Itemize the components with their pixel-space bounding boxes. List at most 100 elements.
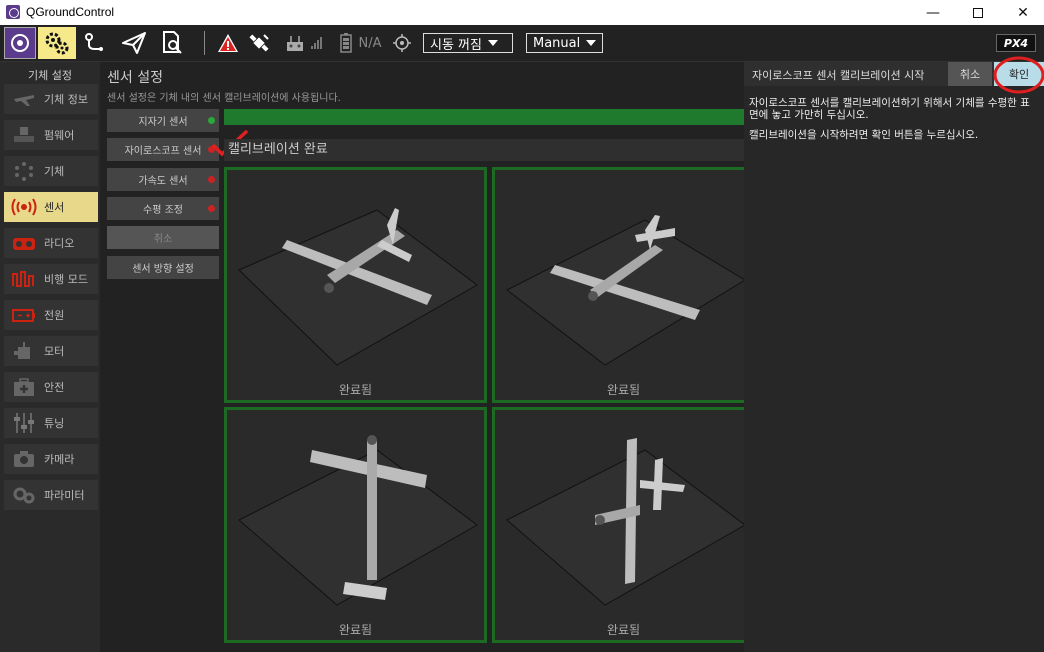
satellite-off-icon [249, 34, 269, 52]
sidebar-item-radio[interactable]: 라디오 [4, 228, 98, 258]
maximize-button[interactable] [955, 0, 1001, 25]
sidebar-item-label: 카메라 [44, 453, 75, 466]
button-label: 자이로스코프 센서 [124, 146, 202, 157]
button-label: 가속도 센서 [138, 176, 188, 187]
sidebar-item-flight-modes[interactable]: 비행 모드 [4, 264, 98, 294]
window-titlebar: QGroundControl — ✕ [0, 0, 1044, 25]
sidebar-item-label: 모터 [44, 345, 65, 358]
qgc-logo-button[interactable] [4, 27, 36, 59]
gyroscope-sensor-button[interactable]: 자이로스코프 센서 [107, 138, 219, 161]
sidebar-item-motors[interactable]: 모터 [4, 336, 98, 366]
page-description: 센서 설정은 기체 내의 센서 캘리브레이션에 사용됩니다. [107, 93, 341, 104]
level-horizon-button[interactable]: 수평 조정 [107, 197, 219, 220]
panel-caption: 완료됨 [338, 383, 373, 397]
sidebar-item-power[interactable]: 전원 [4, 300, 98, 330]
instructions-title: 자이로스코프 센서 캘리브레이션 시작 [752, 69, 925, 82]
px4-brand-logo: PX4 [996, 34, 1036, 52]
close-button[interactable]: ✕ [1000, 0, 1044, 25]
instruction-text-1: 자이로스코프 센서를 캘리브레이션하기 위해서 기체를 수평한 표면에 놓고 가… [749, 97, 1030, 121]
document-search-icon [163, 31, 182, 54]
plan-view-button[interactable] [80, 27, 110, 59]
button-label: 취소 [153, 234, 173, 245]
analyze-view-button[interactable] [156, 27, 188, 59]
sensor-setup-page: 센서 설정 센서 설정은 기체 내의 센서 캘리브레이션에 사용됩니다. 지자기… [100, 62, 755, 652]
button-label: 지자기 센서 [138, 117, 188, 128]
sidebar-item-airframe[interactable]: 기체 [4, 156, 98, 186]
qgc-logo-icon [11, 34, 29, 52]
instruction-text-2: 캘리브레이션을 시작하려면 확인 버튼을 누르십시오. [749, 129, 979, 141]
minimize-button[interactable]: — [910, 0, 956, 25]
page-title: 센서 설정 [107, 70, 163, 86]
sidebar-item-label: 라디오 [44, 237, 75, 250]
parameters-gears-icon [11, 485, 37, 505]
arm-state-label: 시동 꺼짐 [430, 37, 482, 53]
airframe-dots-icon [11, 161, 37, 181]
sidebar-item-sensors[interactable]: 센서 [4, 192, 98, 222]
battery-status-button[interactable] [338, 27, 354, 59]
compass-sensor-button[interactable]: 지자기 센서 [107, 109, 219, 132]
rc-status-button[interactable] [284, 27, 306, 59]
calibration-progress-bar [224, 109, 744, 125]
sidebar-item-label: 파라미터 [44, 489, 85, 502]
sidebar-item-safety[interactable]: 안전 [4, 372, 98, 402]
sidebar-item-camera[interactable]: 카메라 [4, 444, 98, 474]
cancel-calibration-button[interactable]: 취소 [107, 226, 219, 249]
warning-triangle-icon [218, 34, 238, 52]
sidebar-item-firmware[interactable]: 펌웨어 [4, 120, 98, 150]
sidebar-item-tuning[interactable]: 튜닝 [4, 408, 98, 438]
message-alert-button[interactable] [215, 27, 241, 59]
vehicle-setup-button[interactable] [38, 27, 76, 59]
battery-power-icon [11, 305, 37, 325]
orientation-panel: 완료됨 [492, 167, 755, 403]
sidebar-item-label: 전원 [44, 309, 65, 322]
plane-icon [11, 89, 37, 109]
button-label: 센서 방향 설정 [132, 264, 194, 275]
status-indicator-red [208, 176, 215, 183]
sensor-orientation-button[interactable]: 센서 방향 설정 [107, 256, 219, 279]
sidebar-item-label: 센서 [44, 201, 65, 214]
rc-transmitter-icon [287, 36, 303, 51]
cancel-button[interactable]: 취소 [948, 62, 992, 86]
battery-icon [340, 33, 352, 53]
sidebar-header: 기체 설정 [28, 69, 72, 82]
waypoint-path-icon [85, 33, 103, 51]
motor-icon [11, 341, 37, 361]
first-aid-kit-icon [11, 377, 37, 397]
airplane-orientation-image [506, 215, 746, 366]
arm-state-dropdown[interactable]: 시동 꺼짐 [423, 33, 513, 53]
orientation-panel: 완료됨 [224, 167, 487, 403]
sidebar-item-summary[interactable]: 기체 정보 [4, 84, 98, 114]
rc-signal-strength [310, 27, 324, 59]
main-toolbar: N/A 시동 꺼짐 Manual PX4 [0, 25, 1044, 62]
sidebar-item-label: 비행 모드 [44, 273, 88, 286]
chevron-down-icon [487, 40, 498, 46]
sidebar-item-parameters[interactable]: 파라미터 [4, 480, 98, 510]
panel-caption: 완료됨 [606, 383, 641, 397]
fly-view-button[interactable] [118, 27, 150, 59]
panel-caption: 완료됨 [338, 623, 373, 637]
sidebar-item-label: 기체 [44, 165, 65, 178]
sliders-icon [11, 413, 37, 433]
window-title: QGroundControl [26, 5, 115, 19]
sidebar-item-label: 기체 정보 [44, 93, 88, 106]
toolbar-divider [204, 31, 205, 55]
signal-bars-icon [311, 37, 322, 49]
panel-caption: 완료됨 [606, 623, 641, 637]
rtk-status-button[interactable] [392, 27, 412, 59]
flight-mode-dropdown[interactable]: Manual [526, 33, 603, 53]
gps-status-button[interactable] [247, 27, 271, 59]
airplane-orientation-image [238, 208, 478, 366]
crosshair-icon [393, 34, 411, 52]
progress-fill [224, 109, 744, 125]
red-circle-annotation-icon [993, 56, 1044, 94]
flight-mode-label: Manual [533, 35, 581, 51]
button-label: 수평 조정 [143, 205, 183, 216]
accelerometer-sensor-button[interactable]: 가속도 센서 [107, 168, 219, 191]
sensor-broadcast-icon [11, 197, 37, 217]
camera-icon [11, 449, 37, 469]
gears-icon [45, 32, 69, 55]
airplane-orientation-image [506, 438, 746, 606]
chevron-down-icon [586, 40, 597, 46]
orientation-panel: 완료됨 [224, 407, 487, 643]
calibration-status-header: 캘리브레이션 완료 [224, 139, 744, 161]
